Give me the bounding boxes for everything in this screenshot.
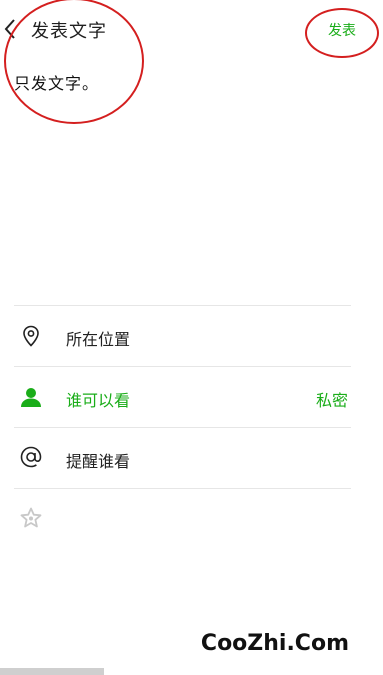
option-visibility-label: 谁可以看 xyxy=(66,391,131,410)
option-favorite[interactable] xyxy=(0,489,383,549)
at-icon xyxy=(20,446,42,468)
annotation-circle-publish xyxy=(305,8,379,58)
option-visibility[interactable]: 谁可以看 私密 xyxy=(0,367,383,427)
annotation-circle-title xyxy=(4,0,144,124)
option-visibility-value: 私密 xyxy=(316,391,349,410)
watermark: CooZhi.Com xyxy=(200,631,349,656)
option-location-label: 所在位置 xyxy=(66,330,131,349)
option-mention[interactable]: 提醒谁看 xyxy=(0,428,383,488)
option-mention-label: 提醒谁看 xyxy=(66,452,131,471)
person-icon xyxy=(21,388,41,407)
bottom-bar xyxy=(0,668,104,675)
option-location[interactable]: 所在位置 xyxy=(0,306,383,366)
location-pin-icon xyxy=(23,325,39,347)
star-icon xyxy=(20,507,42,528)
